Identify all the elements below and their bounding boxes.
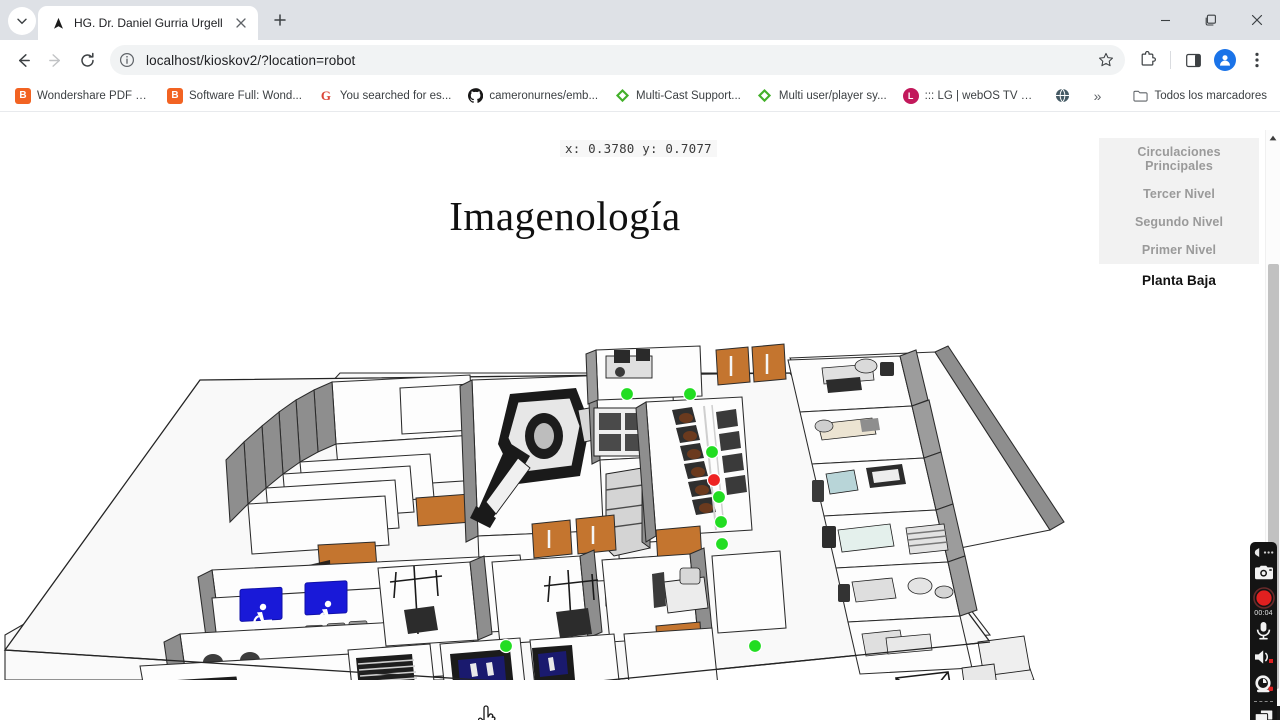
tab-strip: HG. Dr. Daniel Gurria Urgell	[0, 0, 1280, 40]
page-viewport: x: 0.3780 y: 0.7077 Imagenología Circula…	[0, 130, 1280, 720]
bookmarks-overflow-button[interactable]: »	[1086, 84, 1110, 108]
hospital-floorplan-3d[interactable]: .fl { fill:#f4f4f4; stroke:#2b2b2b; stro…	[0, 230, 1130, 680]
level-selector-menu: Circulaciones Principales Tercer Nivel S…	[1099, 138, 1259, 297]
toolbar-divider	[1254, 700, 1273, 702]
bookmark-item[interactable]: cameronurnes/emb...	[460, 84, 605, 108]
waypoint-marker	[682, 386, 698, 402]
level-item-primer-nivel[interactable]: Primer Nivel	[1099, 236, 1259, 264]
bookmark-item[interactable]	[1048, 84, 1084, 108]
microphone-icon[interactable]	[1250, 617, 1277, 645]
globe-icon	[1054, 87, 1071, 104]
forward-button[interactable]	[40, 45, 70, 75]
all-bookmarks-button[interactable]: Todos los marcadores	[1125, 84, 1274, 108]
webcam-icon[interactable]	[1250, 670, 1277, 696]
browser-tab[interactable]: HG. Dr. Daniel Gurria Urgell	[38, 6, 258, 40]
window-controls	[1142, 0, 1280, 40]
toolbar-divider	[1170, 51, 1171, 69]
bookmark-favicon: B	[167, 87, 183, 104]
bookmark-item[interactable]: B Software Full: Wond...	[160, 84, 309, 108]
tab-search-chevron-icon	[16, 15, 28, 27]
waypoint-marker	[498, 638, 514, 654]
bookmark-label: Wondershare PDF p...	[37, 89, 151, 102]
bookmark-favicon	[614, 87, 631, 104]
bookmark-item[interactable]: Multi-Cast Support...	[607, 84, 748, 108]
level-item-planta-baja[interactable]: Planta Baja	[1099, 264, 1259, 297]
level-item-circulaciones-principales[interactable]: Circulaciones Principales	[1099, 138, 1259, 180]
record-button[interactable]	[1250, 585, 1277, 611]
screen-recorder-toolbar: 00:04	[1250, 542, 1277, 720]
close-window-button[interactable]	[1234, 0, 1280, 40]
waypoint-marker	[711, 489, 727, 505]
bookmark-item[interactable]: B Wondershare PDF p...	[8, 84, 158, 108]
bookmark-label: Multi user/player sy...	[778, 89, 887, 102]
navigation-arrow-icon	[50, 15, 66, 31]
bookmark-label: You searched for es...	[339, 89, 452, 102]
recording-elapsed-time: 00:04	[1254, 610, 1273, 618]
shelf-rack	[895, 671, 951, 680]
site-info-icon[interactable]	[114, 47, 140, 73]
bookmark-label: Multi-Cast Support...	[636, 89, 741, 102]
profile-avatar-icon[interactable]	[1210, 45, 1240, 75]
bookmark-favicon: L	[902, 87, 919, 104]
close-icon[interactable]	[232, 14, 250, 32]
side-panel-icon[interactable]	[1178, 45, 1208, 75]
all-bookmarks-label: Todos los marcadores	[1154, 89, 1267, 102]
bookmark-label: ::: LG | webOS TV De...	[924, 89, 1039, 102]
address-bar-url[interactable]: localhost/kioskov2/?location=robot	[146, 53, 1087, 68]
level-item-segundo-nivel[interactable]: Segundo Nivel	[1099, 208, 1259, 236]
camera-icon[interactable]	[1250, 560, 1277, 586]
waypoint-marker	[704, 444, 720, 460]
tab-title: HG. Dr. Daniel Gurria Urgell	[74, 16, 223, 30]
bookmark-favicon: B	[15, 87, 31, 104]
elevator	[532, 645, 575, 680]
bookmark-favicon	[756, 87, 773, 104]
scroll-up-arrow-icon[interactable]	[1266, 130, 1280, 146]
bookmark-item[interactable]: Multi user/player sy...	[750, 84, 894, 108]
extensions-puzzle-icon[interactable]	[1133, 45, 1163, 75]
three-dot-menu-icon[interactable]	[1242, 45, 1272, 75]
bookmark-item[interactable]: L ::: LG | webOS TV De...	[896, 84, 1046, 108]
pointer-hand-cursor	[477, 704, 500, 720]
waypoint-marker	[747, 638, 763, 654]
folder-icon	[1132, 87, 1149, 104]
plus-icon	[273, 13, 287, 32]
bookmark-item[interactable]: G You searched for es...	[311, 84, 458, 108]
github-icon	[467, 87, 484, 104]
avatar	[1214, 49, 1236, 71]
tab-search-button[interactable]	[8, 7, 36, 35]
waypoint-marker	[714, 536, 730, 552]
speaker-icon[interactable]	[1250, 645, 1277, 671]
elevator	[450, 649, 514, 680]
coordinate-readout: x: 0.3780 y: 0.7077	[560, 140, 717, 157]
level-item-tercer-nivel[interactable]: Tercer Nivel	[1099, 180, 1259, 208]
current-position-marker	[706, 472, 722, 488]
browser-window: HG. Dr. Daniel Gurria Urgell localhost/k…	[0, 0, 1280, 720]
new-tab-button[interactable]	[266, 8, 294, 36]
bookmark-label: cameronurnes/emb...	[489, 89, 599, 102]
waypoint-marker	[619, 386, 635, 402]
bookmark-star-icon[interactable]	[1093, 47, 1119, 73]
maximize-button[interactable]	[1188, 0, 1234, 40]
waypoint-marker	[713, 514, 729, 530]
windows-icon[interactable]	[1250, 705, 1277, 720]
drag-handle-icon[interactable]	[1250, 546, 1277, 560]
bookmarks-bar: B Wondershare PDF p... B Software Full: …	[0, 80, 1280, 112]
reload-button[interactable]	[72, 45, 102, 75]
minimize-button[interactable]	[1142, 0, 1188, 40]
bookmark-label: Software Full: Wond...	[189, 89, 302, 102]
address-bar[interactable]: localhost/kioskov2/?location=robot	[110, 45, 1125, 75]
bookmark-favicon: G	[317, 87, 334, 104]
browser-toolbar: localhost/kioskov2/?location=robot	[0, 40, 1280, 80]
back-button[interactable]	[8, 45, 38, 75]
